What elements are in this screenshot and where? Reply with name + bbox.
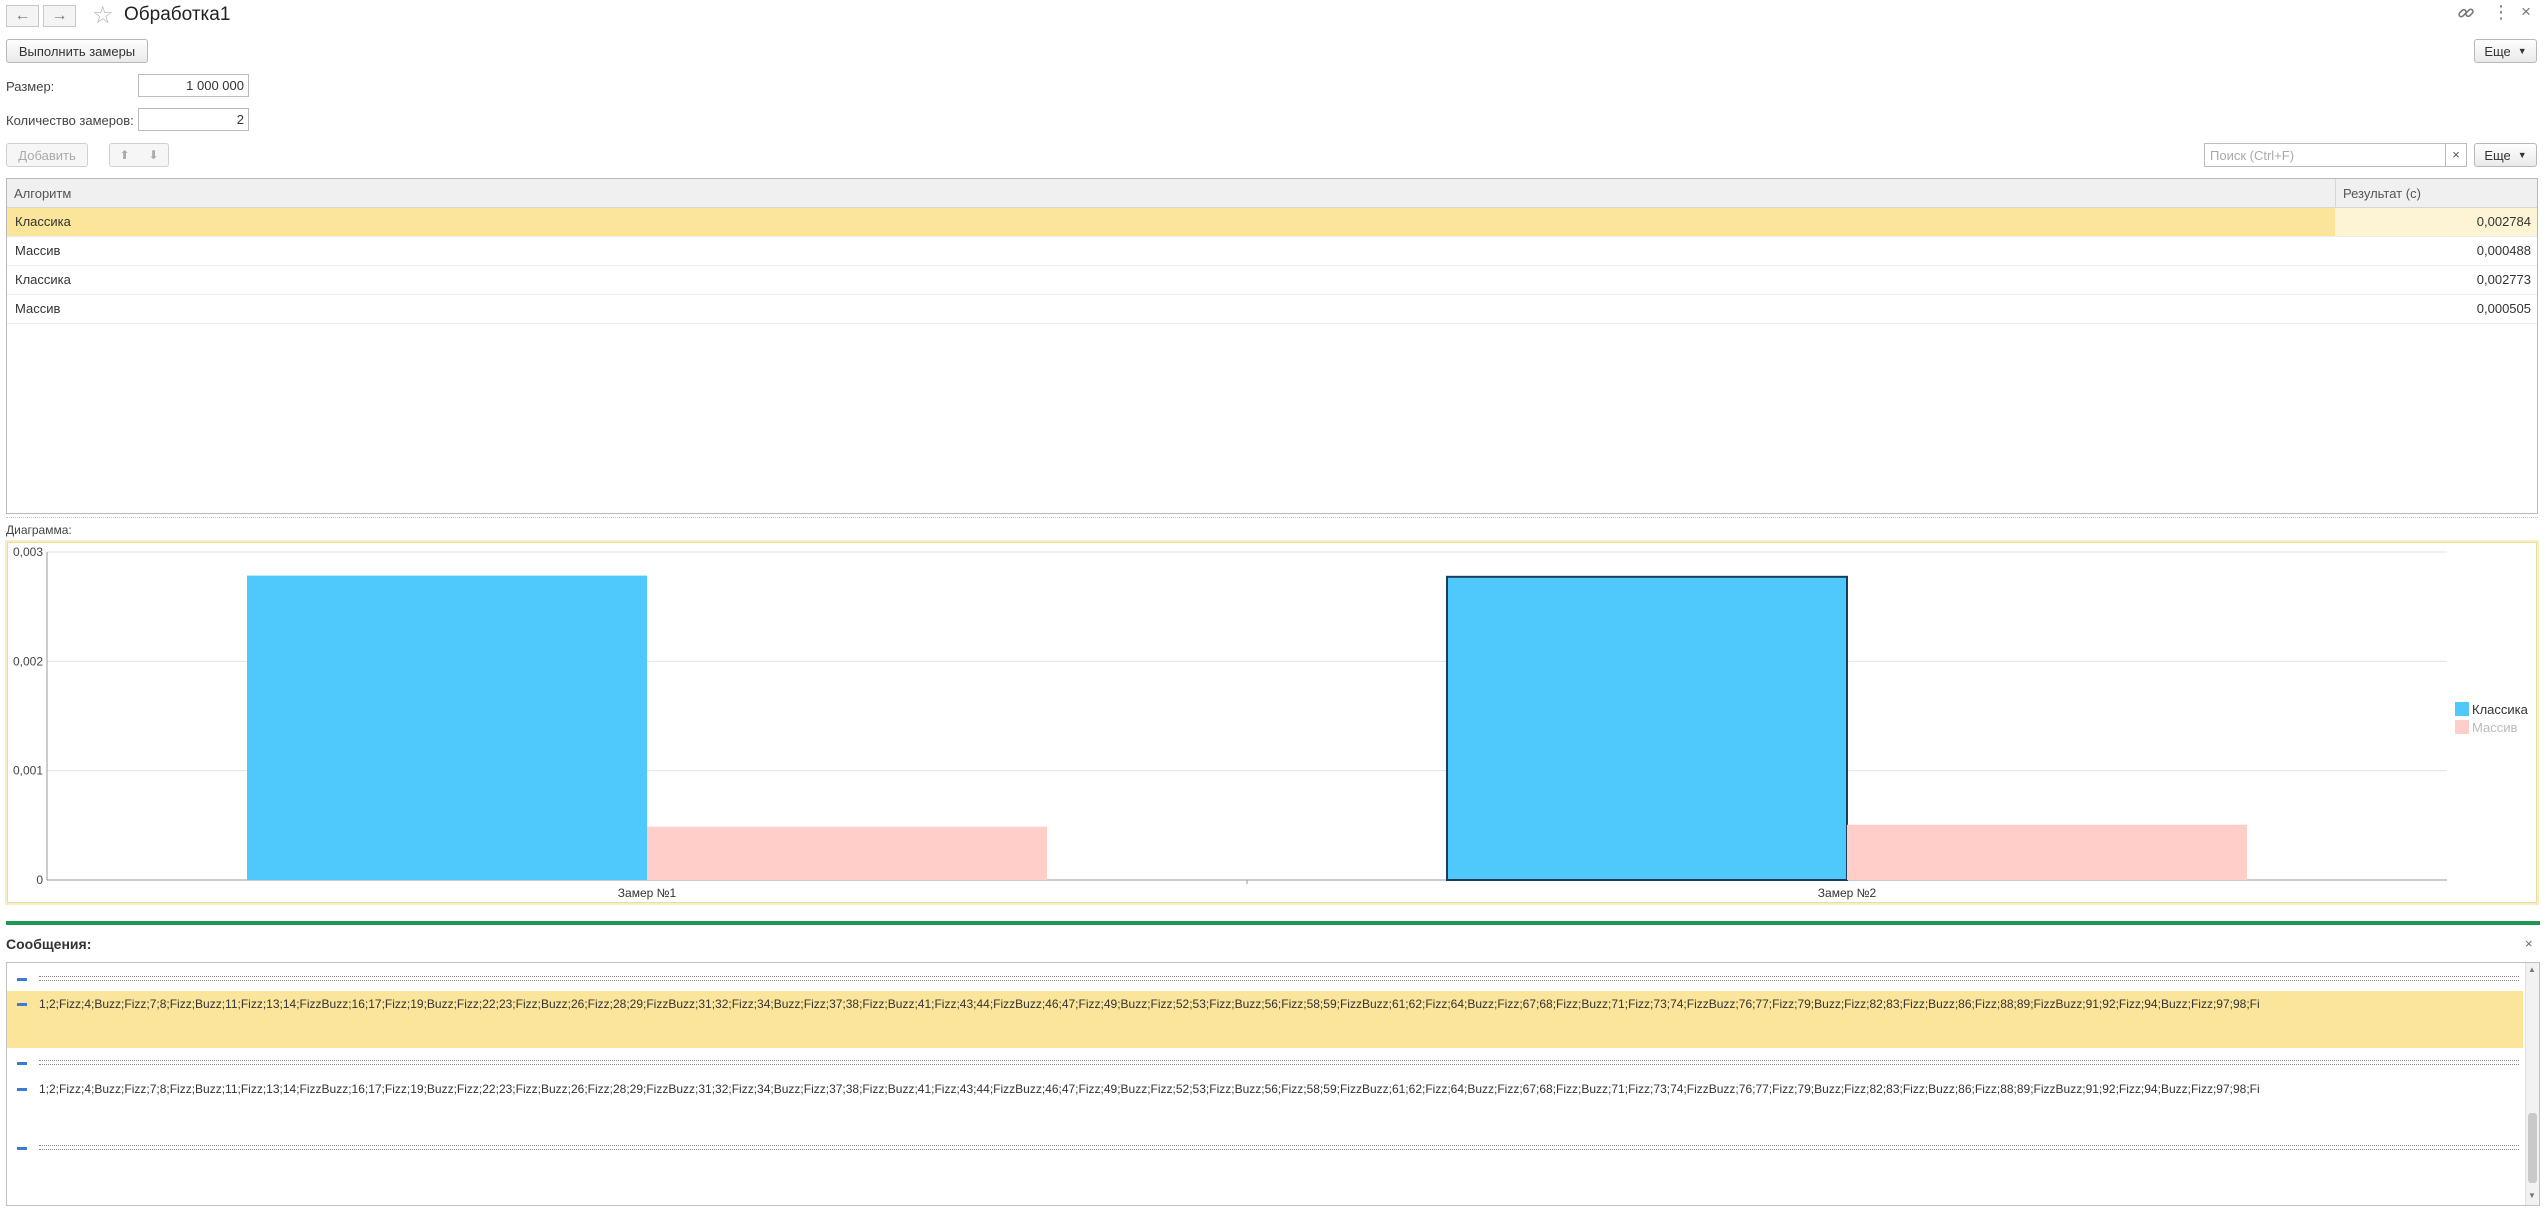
y-tick-label: 0,003 <box>13 545 43 559</box>
more-menu-button[interactable]: Еще ▼ <box>2474 39 2537 63</box>
minus-icon <box>17 978 27 981</box>
move-buttons: ⬆ ⬇ <box>109 143 169 167</box>
minus-icon <box>17 1088 27 1091</box>
messages-scrollbar[interactable]: ▲ ▼ <box>2525 963 2539 1205</box>
cell-result: 0,000488 <box>2476 243 2531 258</box>
link-icon-svg <box>2458 8 2474 18</box>
x-tick-label: Замер №2 <box>1818 886 1877 900</box>
messages-panel[interactable]: 1;2;Fizz;4;Buzz;Fizz;7;8;Fizz;Buzz;11;Fi… <box>6 962 2540 1206</box>
message-row[interactable]: 1;2;Fizz;4;Buzz;Fizz;7;8;Fizz;Buzz;11;Fi… <box>7 1076 2523 1133</box>
legend-swatch <box>2455 720 2469 734</box>
x-tick-label: Замер №1 <box>618 886 677 900</box>
scroll-thumb[interactable] <box>2528 1113 2537 1183</box>
message-separator <box>39 1060 2519 1065</box>
message-row[interactable] <box>7 1048 2523 1076</box>
cell-result: 0,002784 <box>2335 208 2537 236</box>
message-row[interactable] <box>7 1133 2523 1161</box>
chart-label: Диаграмма: <box>6 523 72 537</box>
chart-frame: 0 0,001 0,002 0,003 Замер №1 Замер №2 Классика… <box>5 540 2539 905</box>
back-button[interactable]: ← <box>6 5 39 27</box>
scroll-up-icon[interactable]: ▲ <box>2528 965 2536 974</box>
column-header-result[interactable]: Результат (с) <box>2335 179 2537 208</box>
minus-icon <box>17 1003 27 1006</box>
cell-algorithm: Массив <box>15 243 61 258</box>
chart-bar <box>1847 824 2247 880</box>
size-field[interactable]: 1 000 000 <box>138 74 249 97</box>
table-header: Алгоритм Результат (с) <box>7 179 2537 208</box>
caret-down-icon: ▼ <box>2517 150 2527 160</box>
messages-title: Сообщения: <box>6 936 92 952</box>
arrow-down-icon[interactable]: ⬇ <box>148 148 158 162</box>
search-clear-button[interactable]: × <box>2446 143 2467 167</box>
size-label: Размер: <box>6 79 55 94</box>
message-separator <box>39 976 2519 981</box>
bar-chart[interactable]: 0 0,001 0,002 0,003 Замер №1 Замер №2 Классика… <box>7 542 2537 903</box>
cell-algorithm: Классика <box>15 214 71 229</box>
chart-bar <box>647 826 1047 880</box>
chart-bar <box>247 575 647 880</box>
chart-bar <box>1446 575 1848 882</box>
messages-close-icon[interactable]: × <box>2525 936 2533 951</box>
legend-swatch <box>2455 702 2469 716</box>
minus-icon <box>17 1147 27 1150</box>
table-row[interactable]: Классика 0,002784 <box>7 208 2537 237</box>
more-menu-label: Еще <box>2484 43 2511 59</box>
message-row[interactable]: 1;2;Fizz;4;Buzz;Fizz;7;8;Fizz;Buzz;11;Fi… <box>7 991 2523 1048</box>
splitter[interactable] <box>6 517 2538 518</box>
search-placeholder: Поиск (Ctrl+F) <box>2210 148 2295 163</box>
cell-algorithm: Классика <box>15 272 71 287</box>
table-more-label: Еще <box>2484 147 2511 163</box>
cell-result: 0,000505 <box>2476 301 2531 316</box>
cell-algorithm: Массив <box>15 301 61 316</box>
search-input[interactable]: Поиск (Ctrl+F) <box>2204 143 2446 167</box>
cell-result: 0,002773 <box>2476 272 2531 287</box>
column-header-algorithm[interactable]: Алгоритм <box>7 179 2335 208</box>
table-row[interactable]: Массив 0,000488 <box>7 237 2537 266</box>
table-row[interactable]: Классика 0,002773 <box>7 266 2537 295</box>
message-text: 1;2;Fizz;4;Buzz;Fizz;7;8;Fizz;Buzz;11;Fi… <box>39 1082 2260 1096</box>
message-row[interactable] <box>7 963 2523 991</box>
table-row[interactable]: Массив 0,000505 <box>7 295 2537 324</box>
y-tick-label: 0,001 <box>13 764 43 778</box>
message-separator <box>39 1145 2519 1150</box>
close-icon[interactable]: × <box>2521 2 2531 22</box>
more-icon[interactable]: ⋮ <box>2492 2 2510 23</box>
count-label: Количество замеров: <box>6 113 134 128</box>
results-table[interactable]: Алгоритм Результат (с) Классика 0,002784… <box>6 178 2538 514</box>
link-icon[interactable] <box>2457 4 2475 27</box>
minus-icon <box>17 1062 27 1065</box>
forward-button[interactable]: → <box>43 5 76 27</box>
message-text: 1;2;Fizz;4;Buzz;Fizz;7;8;Fizz;Buzz;11;Fi… <box>39 997 2260 1011</box>
arrow-left-icon: ← <box>14 7 31 24</box>
messages-divider <box>6 921 2540 925</box>
page-title: Обработка1 <box>124 4 231 25</box>
legend-label: Массив <box>2472 720 2517 735</box>
caret-down-icon: ▼ <box>2517 46 2527 56</box>
arrow-up-icon[interactable]: ⬆ <box>119 148 129 162</box>
count-field[interactable]: 2 <box>138 108 249 131</box>
table-more-button[interactable]: Еще ▼ <box>2474 143 2537 167</box>
legend-label: Классика <box>2472 702 2529 717</box>
scroll-down-icon[interactable]: ▼ <box>2528 1191 2536 1200</box>
star-icon[interactable]: ☆ <box>92 3 114 29</box>
y-tick-label: 0,002 <box>13 654 43 668</box>
arrow-right-icon: → <box>51 7 68 24</box>
y-tick-label: 0 <box>36 873 43 887</box>
run-measurements-button[interactable]: Выполнить замеры <box>6 39 148 63</box>
add-button[interactable]: Добавить <box>6 143 88 167</box>
